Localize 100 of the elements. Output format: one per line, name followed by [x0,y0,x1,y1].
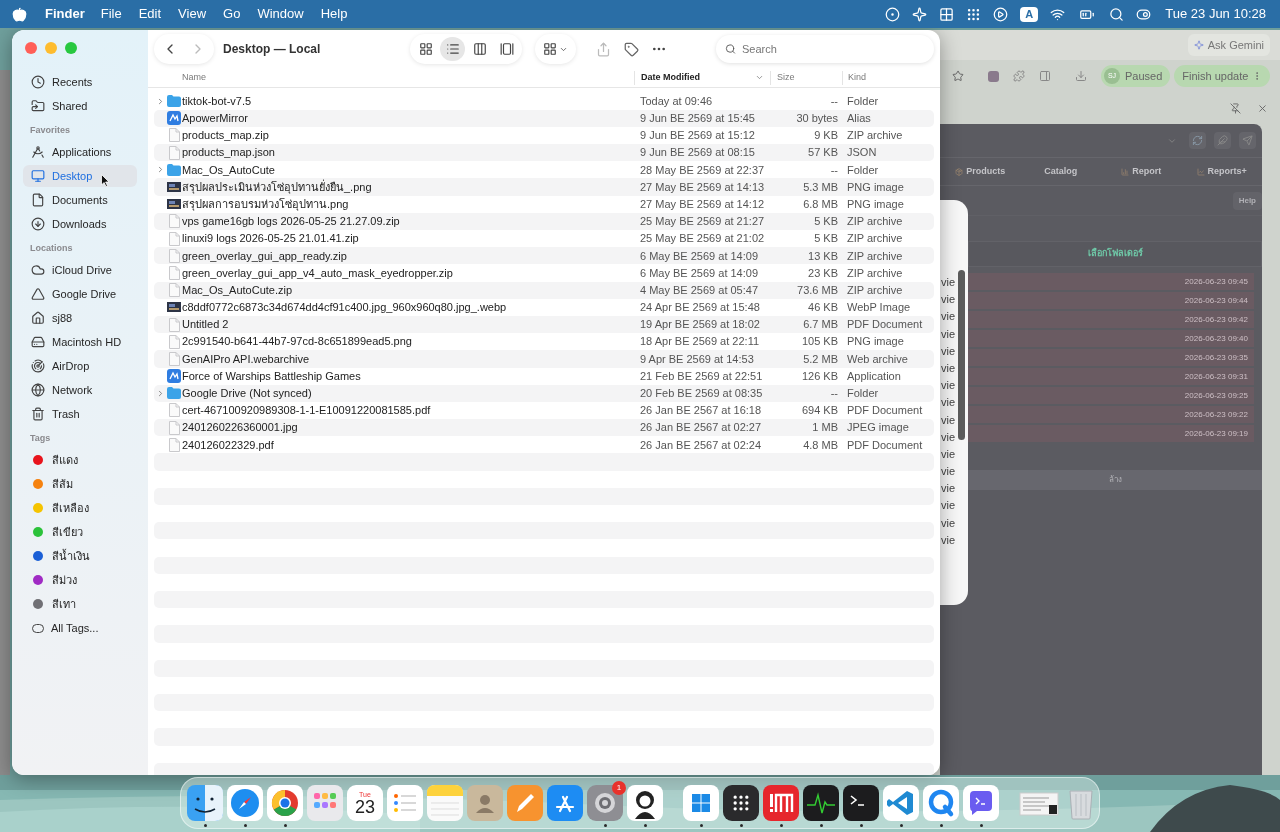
pencil-icon[interactable] [507,785,543,821]
sidebar-item[interactable]: Documents [23,189,137,211]
finder-face-icon[interactable] [187,785,223,821]
file-row[interactable]: Mac_Os_AutoCute 28 May BE 2569 at 22:37 -- Folder [154,161,934,179]
sidebar-item[interactable]: Macintosh HD [23,331,137,353]
menu-item[interactable]: Go [223,4,241,24]
checklist-icon[interactable] [387,785,423,821]
sidebar-item[interactable]: AirDrop [23,355,137,377]
sidebar-item[interactable]: All Tags... [23,617,137,639]
sidebar-item[interactable]: Google Drive [23,283,137,305]
extension-icon[interactable] [988,70,999,82]
file-row[interactable]: Force of Warships Battleship Games 21 Feb BE 2569 at 22:51 126 KB Application [154,367,934,385]
file-row[interactable]: products_map.zip 9 Jun BE 2569 at 15:12 9 KB ZIP archive [154,126,934,145]
sidebar-item[interactable]: Network [23,379,137,401]
column-header[interactable]: Date Modified [634,70,770,85]
file-row[interactable]: tiktok-bot-v7.5 Today at 09:46 -- Folder [154,92,934,110]
tag-item[interactable]: สีเทา [23,593,137,615]
windows-logo-icon[interactable] [683,785,719,821]
sidebar-item[interactable]: Shared [23,95,137,117]
file-row[interactable]: linuxi9 logs 2026-05-25 21.01.41.zip 25 May BE 2569 at 21:02 5 KB ZIP archive [154,230,934,248]
search-input[interactable]: Search [742,40,925,58]
column-header[interactable]: Name [154,70,634,85]
unpin-icon[interactable] [1230,102,1241,114]
file-row[interactable]: 2c991540-b641-44b7-97cd-8c651899ead5.png 18 Apr BE 2569 at 22:11 105 KB PNG image [154,333,934,351]
panel-tab[interactable]: Catalog [1020,164,1101,179]
tag-item[interactable]: สีเขียว [23,521,137,543]
terminal-icon[interactable] [843,785,879,821]
tag-item[interactable]: สีเหลือง [23,497,137,519]
dots-grid-icon[interactable] [966,6,982,22]
ring-logo-icon[interactable] [923,785,959,821]
scrollbar-thumb[interactable] [958,270,966,440]
file-row[interactable]: 240126022329.pdf 26 Jan BE 2567 at 02:24 4.8 MB PDF Document [154,436,934,454]
file-row[interactable]: Mac_Os_AutoCute.zip 4 May BE 2569 at 05:47 73.6 MB ZIP archive [154,281,934,299]
group-button[interactable] [535,34,577,64]
input-source-indicator[interactable]: A [1020,6,1039,22]
app-grid-icon[interactable] [307,785,343,821]
bookmark-icon[interactable] [952,70,964,82]
close-window-button[interactable] [25,42,37,54]
tag-item[interactable]: สีม่วง [23,569,137,591]
menu-item[interactable]: Window [257,4,304,24]
zoom-window-button[interactable] [65,42,77,54]
panel-tab[interactable]: Reports+ [1181,164,1262,179]
close-icon[interactable] [1257,102,1268,114]
code-editor-icon[interactable] [883,785,919,821]
search-icon[interactable] [1109,6,1125,22]
window-grid-icon[interactable] [939,6,955,22]
browser-icon[interactable] [267,785,303,821]
sidebar-item[interactable]: Applications [23,141,137,163]
activity-monitor-icon[interactable] [803,785,839,821]
file-row[interactable]: 2401260226360001.jpg 26 Jan BE 2567 at 02:27 1 MB JPEG image [154,419,934,437]
download-icon[interactable] [1075,70,1087,82]
side-panel-icon[interactable] [1039,70,1051,82]
menu-item[interactable]: File [100,4,122,24]
refresh-icon[interactable] [1189,132,1206,149]
sidebar-item[interactable]: Trash [23,403,137,425]
file-row[interactable]: green_overlay_gui_app_v4_auto_mask_eyedropper.zip 6 May BE 2569 at 14:09 23 KB ZIP archive [154,264,934,282]
app-store-icon[interactable] [547,785,583,821]
file-row[interactable]: GenAIPro API.webarchive 9 Apr BE 2569 at 14:53 5.2 MB Web archive [154,350,934,368]
file-row[interactable]: c8ddf0772c6873c34d674dd4cf91c400.jpg_960x960q80.jpg_.webp 24 Apr BE 2569 at 15:48 46 KB WebP Image [154,298,934,316]
choose-folder-button[interactable]: เลือกโฟลเดอร์ [968,241,1262,267]
file-row[interactable]: สรุปผลการอบรมห่วงโซ่อุปทาน.png 27 May BE 2569 at 14:12 6.8 MB PNG image [154,195,934,213]
status-icon[interactable] [912,6,928,22]
finish-update-button[interactable]: Finish update [1174,65,1271,87]
play-icon[interactable] [993,6,1009,22]
wifi-icon[interactable] [1050,6,1066,22]
panel-tab[interactable]: Products [940,164,1021,179]
file-row[interactable]: green_overlay_gui_app_ready.zip 6 May BE 2569 at 14:09 13 KB ZIP archive [154,247,934,265]
tag-item[interactable]: สีส้ม [23,473,137,495]
figure-icon[interactable] [627,785,663,821]
file-row[interactable]: ApowerMirror 9 Jun BE 2569 at 15:45 30 bytes Alias [154,109,934,127]
column-header[interactable]: Kind [842,70,940,85]
search-field[interactable]: Search [716,35,934,63]
column-header[interactable]: Size [770,70,842,85]
sidebar-item[interactable]: Recents [23,71,137,93]
share-button[interactable] [596,41,612,57]
sidebar-item[interactable]: Downloads [23,213,137,235]
exclamation-logo-icon[interactable] [763,785,799,821]
tag-item[interactable]: สีแดง [23,449,137,471]
menu-item[interactable]: View [178,4,207,24]
file-row[interactable]: products_map.json 9 Jun BE 2569 at 08:15 57 KB JSON [154,144,934,162]
sidebar-item[interactable]: sj88 [23,307,137,329]
menu-item[interactable]: Help [320,4,348,24]
control-center-icon[interactable] [1136,6,1152,22]
contact-card-icon[interactable] [467,785,503,821]
tag-item[interactable]: สีน้ำเงิน [23,545,137,567]
file-row[interactable]: Untitled 2 19 Apr BE 2569 at 18:02 6.7 MB PDF Document [154,315,934,334]
menu-app-name[interactable]: Finder [45,4,85,24]
file-row[interactable]: cert-467100920989308-1-1-E10091220081585.pdf 26 Jan BE 2567 at 16:18 694 KB PDF Document [154,401,934,420]
chat-bubble-icon[interactable] [963,785,999,821]
view-mode-button[interactable] [440,37,466,61]
puzzle-icon[interactable] [1013,70,1025,82]
sidebar-item[interactable]: iCloud Drive [23,259,137,281]
sidebar-item[interactable]: Desktop [23,165,137,187]
apple-icon[interactable] [12,6,27,22]
menu-item[interactable]: Edit [138,4,162,24]
file-row[interactable]: Google Drive (Not synced) 20 Feb BE 2569 at 08:35 -- Folder [154,384,934,402]
ask-gemini-button[interactable]: Ask Gemini [1187,34,1270,56]
file-row[interactable]: vps game16gb logs 2026-05-25 21.27.09.zip 25 May BE 2569 at 21:27 5 KB ZIP archive [154,212,934,230]
tag-button[interactable] [624,41,640,57]
record-icon[interactable] [885,6,901,22]
